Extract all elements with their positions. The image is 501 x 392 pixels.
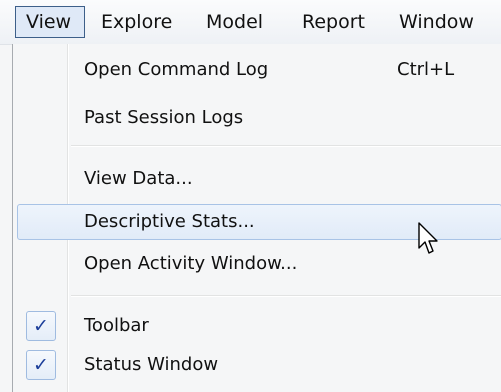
menu-item-label: View Data... (84, 168, 193, 189)
view-menu-dropdown: Open Command Log Ctrl+L Past Session Log… (12, 44, 501, 392)
menu-item-label: Toolbar (84, 315, 149, 336)
menu-item-past-session-logs[interactable]: Past Session Logs (13, 100, 501, 136)
menu-item-view-data[interactable]: View Data... (13, 161, 501, 197)
menu-item-open-command-log[interactable]: Open Command Log Ctrl+L (13, 52, 501, 88)
menu-bar: View Explore Model Report Window (0, 0, 501, 45)
menu-item-toolbar[interactable]: ✓ Toolbar (13, 308, 501, 344)
menu-item-label: Past Session Logs (84, 107, 244, 128)
menu-item-status-window[interactable]: ✓ Status Window (13, 347, 501, 383)
checkmark-icon: ✓ (26, 350, 56, 380)
menu-separator (71, 145, 501, 147)
menu-item-label: Status Window (84, 354, 219, 375)
menu-separator (71, 295, 501, 297)
mouse-pointer-icon (418, 222, 438, 254)
application-window: View Explore Model Report Window Open Co… (0, 0, 501, 392)
menu-report[interactable]: Report (302, 6, 365, 38)
checkmark-icon: ✓ (26, 311, 56, 341)
menu-item-label: Open Command Log (84, 59, 269, 80)
menu-view[interactable]: View (15, 6, 85, 38)
menu-item-label: Open Activity Window... (84, 253, 298, 274)
menu-window[interactable]: Window (399, 6, 474, 38)
menu-model[interactable]: Model (206, 6, 263, 38)
menu-explore[interactable]: Explore (101, 6, 172, 38)
menu-item-shortcut: Ctrl+L (397, 59, 455, 80)
menu-item-label: Descriptive Stats... (84, 211, 255, 232)
